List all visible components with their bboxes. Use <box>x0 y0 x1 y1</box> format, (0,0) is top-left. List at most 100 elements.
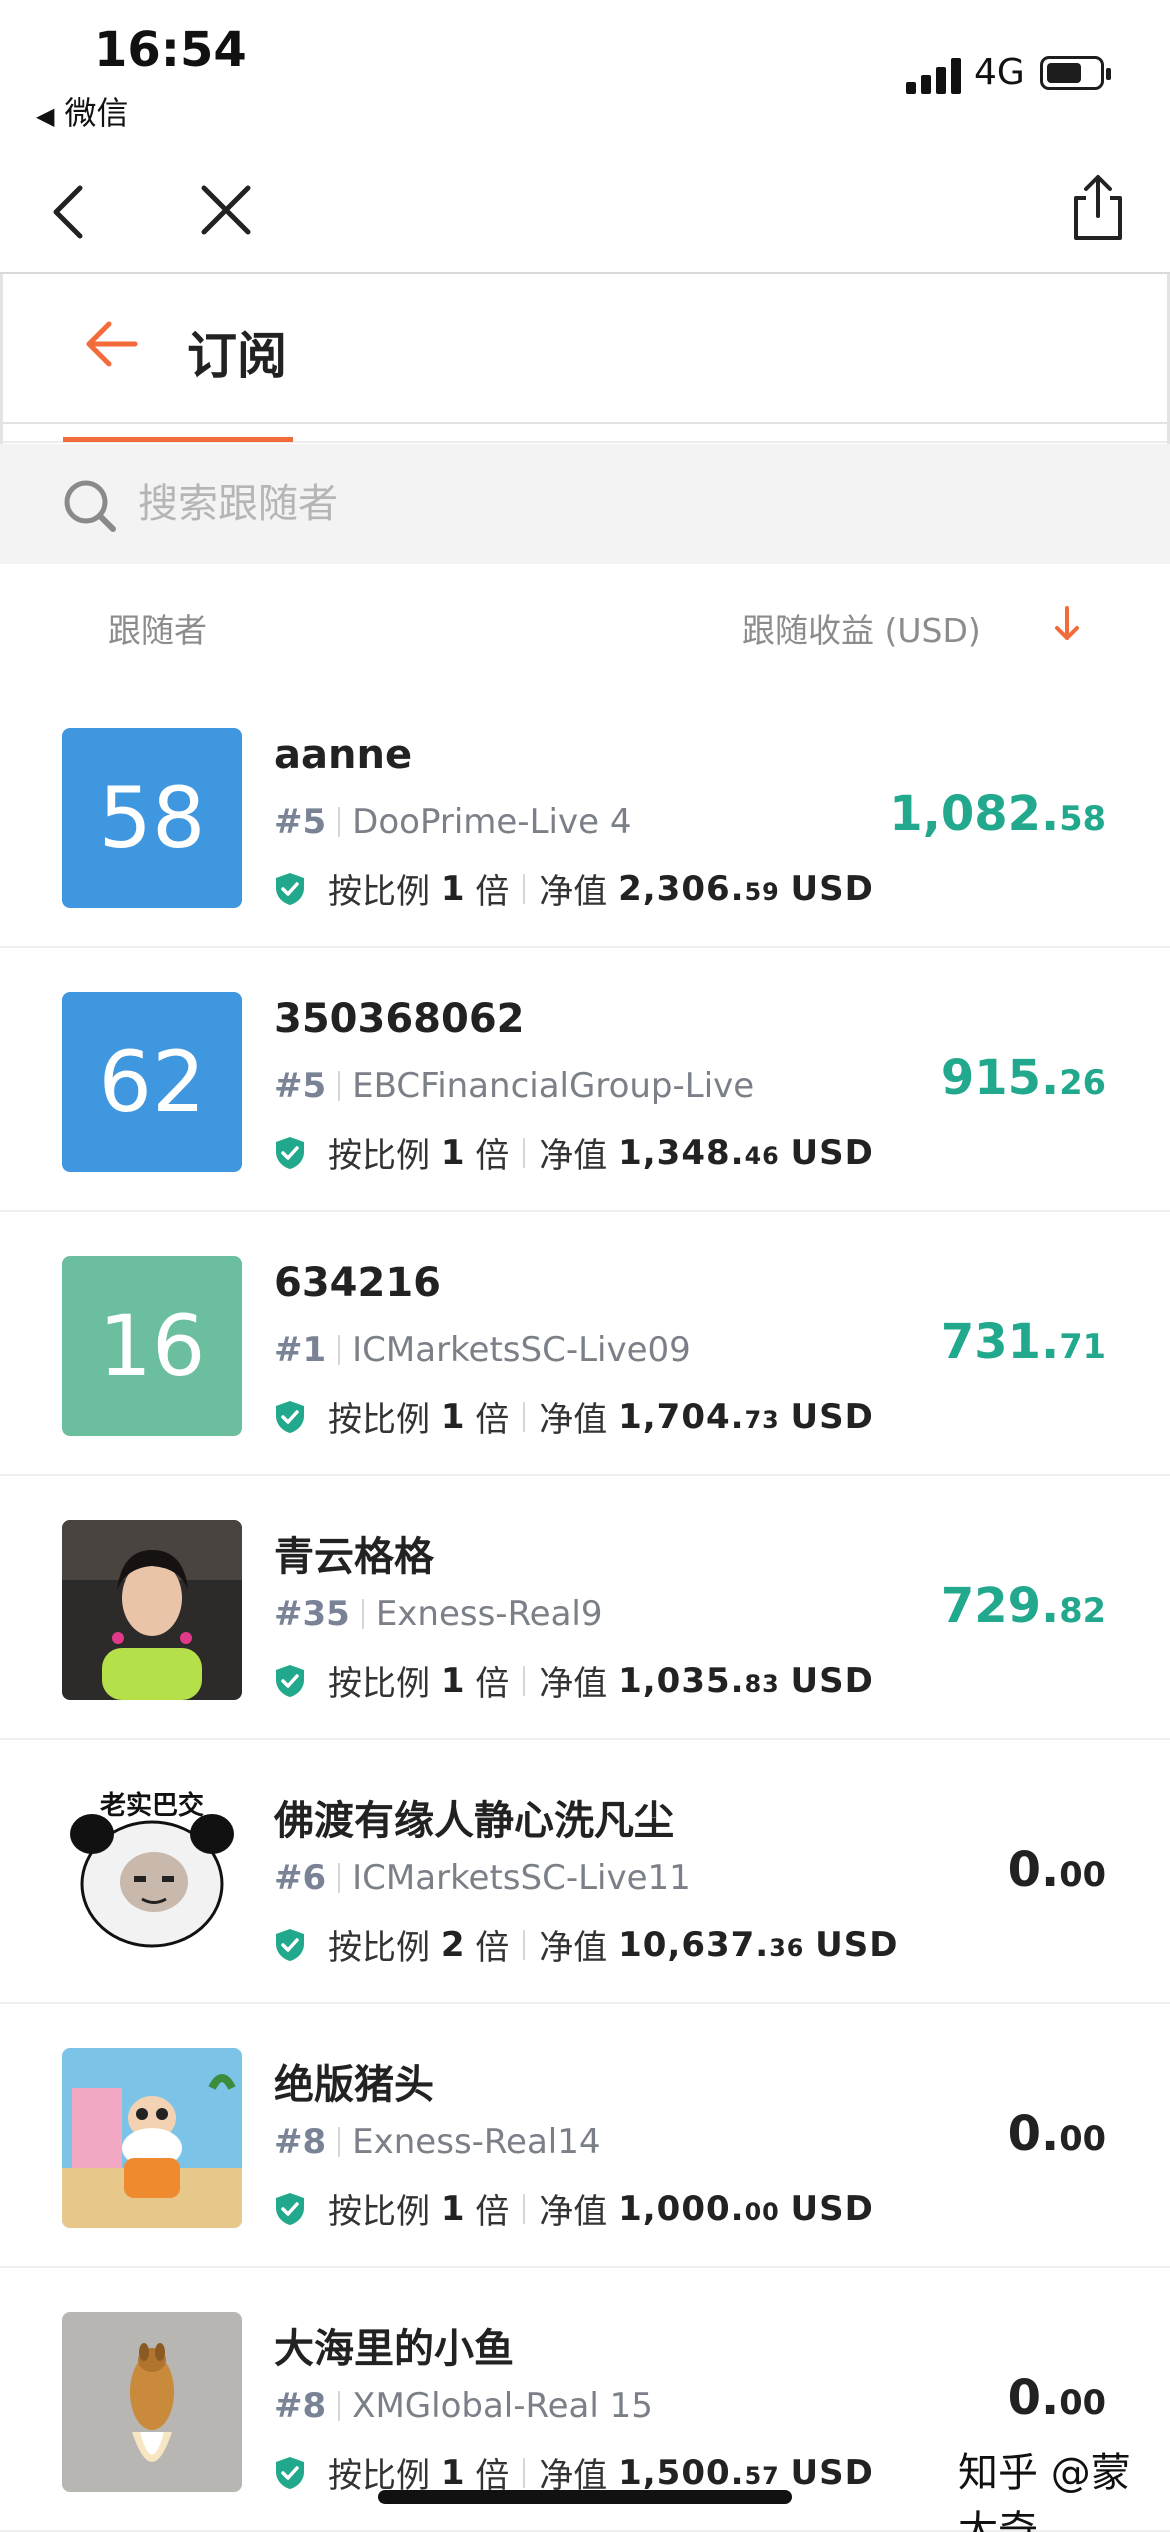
equity-label: 净值 <box>539 872 608 912</box>
ratio-value: 1 <box>440 2452 465 2493</box>
shield-check-icon <box>276 2456 304 2489</box>
divider <box>523 873 526 904</box>
follower-copy-info: 按比例 1 倍 净值 2,306.59 USD <box>274 864 874 913</box>
follower-rank: #1 <box>274 1330 327 1370</box>
column-follower: 跟随者 <box>108 611 207 650</box>
avatar: 老实巴交 <box>62 1784 242 1964</box>
status-time: 16:54 <box>94 22 247 78</box>
avatar: 62 <box>62 992 242 1172</box>
close-icon[interactable] <box>196 180 256 240</box>
ratio-label: 按比例 <box>328 2192 430 2232</box>
column-profit-sort[interactable]: 跟随收益 (USD) <box>742 604 981 652</box>
equity-label: 净值 <box>539 1136 608 1176</box>
back-to-app-link[interactable]: ◀ 微信 <box>36 88 128 134</box>
equity-currency: USD <box>790 1132 874 1173</box>
equity-value: 1,348.46 <box>618 1132 780 1173</box>
follower-profit: 731.71 <box>940 1314 1106 1370</box>
follower-copy-info: 按比例 1 倍 净值 1,704.73 USD <box>274 1392 874 1441</box>
ratio-value: 1 <box>440 868 465 909</box>
follower-account: #1 ICMarketsSC-Live09 <box>274 1330 691 1370</box>
ratio-unit: 倍 <box>475 872 510 912</box>
ratio-value: 2 <box>440 1924 465 1965</box>
page-title: 订阅 <box>187 327 287 385</box>
equity-currency: USD <box>790 2452 874 2493</box>
back-app-label: 微信 <box>64 94 129 132</box>
back-chevron-icon[interactable] <box>46 180 90 244</box>
equity-label: 净值 <box>539 1664 608 1704</box>
back-triangle-icon: ◀ <box>36 102 55 130</box>
equity-currency: USD <box>790 868 874 909</box>
divider <box>338 2391 341 2421</box>
shield-check-icon <box>276 1136 304 1169</box>
equity-value: 1,704.73 <box>618 1396 780 1437</box>
ratio-value: 1 <box>440 1132 465 1173</box>
sort-down-arrow-icon[interactable] <box>1052 604 1082 644</box>
equity-value: 10,637.36 <box>618 1924 805 1965</box>
follower-account: #8 Exness-Real14 <box>274 2122 600 2162</box>
search-bar <box>0 444 1170 564</box>
ratio-label: 按比例 <box>328 1664 430 1704</box>
follower-account: #6 ICMarketsSC-Live11 <box>274 1858 691 1898</box>
search-input[interactable] <box>138 472 1038 536</box>
ratio-unit: 倍 <box>475 1664 510 1704</box>
follower-profit: 0.00 <box>1007 2106 1106 2162</box>
divider <box>338 807 341 837</box>
follower-row-1[interactable]: 58 aanne #5 DooPrime-Live 4 按比例 1 倍 净值 2,… <box>0 684 1170 948</box>
follower-rank: #5 <box>274 802 327 842</box>
divider <box>523 1137 526 1168</box>
follower-copy-info: 按比例 2 倍 净值 10,637.36 USD <box>274 1920 899 1969</box>
follower-profit: 915.26 <box>940 1050 1106 1106</box>
follower-name: 青云格格 <box>274 1534 434 1580</box>
search-icon <box>64 480 116 532</box>
ratio-label: 按比例 <box>328 872 430 912</box>
equity-label: 净值 <box>539 1928 608 1968</box>
active-tab-underline <box>63 437 293 442</box>
share-icon[interactable] <box>1068 172 1128 244</box>
divider <box>523 2193 526 2224</box>
equity-label: 净值 <box>539 1400 608 1440</box>
browser-nav-bar <box>0 150 1170 274</box>
avatar-caption: 老实巴交 <box>100 1790 204 1821</box>
follower-profit: 729.82 <box>940 1578 1106 1634</box>
cellular-signal-icon <box>906 58 964 94</box>
follower-account: #5 EBCFinancialGroup-Live <box>274 1066 754 1106</box>
broker-server: ICMarketsSC-Live09 <box>352 1330 691 1370</box>
ratio-unit: 倍 <box>475 1928 510 1968</box>
back-arrow-icon[interactable] <box>83 316 139 372</box>
divider <box>523 1401 526 1432</box>
divider <box>523 2457 526 2488</box>
broker-server: Exness-Real9 <box>375 1594 603 1634</box>
divider <box>338 1071 341 1101</box>
follower-row-6[interactable]: 绝版猪头 #8 Exness-Real14 按比例 1 倍 净值 1,000.00… <box>0 2004 1170 2268</box>
divider <box>523 1665 526 1696</box>
follower-copy-info: 按比例 1 倍 净值 1,000.00 USD <box>274 2184 874 2233</box>
avatar: 58 <box>62 728 242 908</box>
equity-currency: USD <box>790 2188 874 2229</box>
follower-profit: 0.00 <box>1007 2370 1106 2426</box>
follower-rank: #8 <box>274 2122 327 2162</box>
ratio-unit: 倍 <box>475 1136 510 1176</box>
follower-row-3[interactable]: 16 634216 #1 ICMarketsSC-Live09 按比例 1 倍 净… <box>0 1212 1170 1476</box>
ratio-unit: 倍 <box>475 1400 510 1440</box>
divider <box>338 1335 341 1365</box>
follower-copy-info: 按比例 1 倍 净值 1,035.83 USD <box>274 1656 874 1705</box>
page-header: 订阅 <box>0 274 1170 424</box>
follower-row-5[interactable]: 老实巴交 佛渡有缘人静心洗凡尘 #6 ICMarketsSC-Live11 按比例… <box>0 1740 1170 2004</box>
follower-row-4[interactable]: 青云格格 #35 Exness-Real9 按比例 1 倍 净值 1,035.83… <box>0 1476 1170 1740</box>
follower-account: #35 Exness-Real9 <box>274 1594 603 1634</box>
network-type: 4G <box>974 52 1025 93</box>
equity-currency: USD <box>815 1924 899 1965</box>
follower-name: aanne <box>274 732 413 778</box>
follower-name: 大海里的小鱼 <box>274 2326 514 2372</box>
shield-check-icon <box>276 2192 304 2225</box>
avatar <box>62 1520 242 1700</box>
follower-row-2[interactable]: 62 350368062 #5 EBCFinancialGroup-Live 按比… <box>0 948 1170 1212</box>
follower-profit: 0.00 <box>1007 1842 1106 1898</box>
equity-value: 1,035.83 <box>618 1660 780 1701</box>
tab-indicator-strip <box>0 424 1170 444</box>
battery-icon <box>1040 56 1111 90</box>
broker-server: ICMarketsSC-Live11 <box>352 1858 691 1898</box>
follower-name: 634216 <box>274 1260 441 1306</box>
divider <box>338 1863 341 1893</box>
broker-server: Exness-Real14 <box>352 2122 601 2162</box>
